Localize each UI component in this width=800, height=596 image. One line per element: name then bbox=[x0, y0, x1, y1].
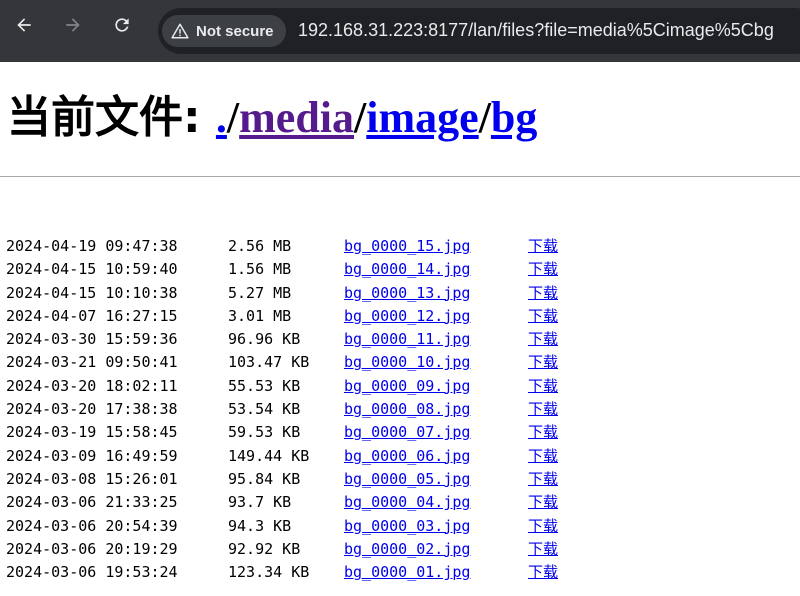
file-link[interactable]: bg_0000_02.jpg bbox=[344, 538, 470, 561]
breadcrumb-bg[interactable]: bg bbox=[491, 93, 537, 142]
file-link[interactable]: bg_0000_15.jpg bbox=[344, 235, 470, 258]
file-size: 3.01 MB bbox=[228, 306, 292, 325]
download-link[interactable]: 下载 bbox=[528, 561, 558, 584]
download-link[interactable]: 下载 bbox=[528, 305, 558, 328]
file-date: 2024-04-15 10:10:38 bbox=[6, 283, 178, 302]
warning-triangle-icon bbox=[171, 23, 189, 39]
download-link[interactable]: 下载 bbox=[528, 282, 558, 305]
file-size: 1.56 MB bbox=[228, 260, 292, 279]
file-date: 2024-03-08 15:26:01 bbox=[6, 469, 178, 488]
file-date: 2024-04-07 16:27:15 bbox=[6, 306, 178, 325]
file-date: 2024-03-20 18:02:11 bbox=[6, 376, 178, 395]
file-date: 2024-03-21 09:50:41 bbox=[6, 353, 178, 372]
file-date: 2024-03-30 15:59:36 bbox=[6, 330, 178, 349]
file-link[interactable]: bg_0000_11.jpg bbox=[344, 328, 470, 351]
file-link[interactable]: bg_0000_12.jpg bbox=[344, 305, 470, 328]
file-size: 94.3 KB bbox=[228, 516, 292, 535]
divider bbox=[0, 176, 800, 177]
file-size: 93.7 KB bbox=[228, 493, 292, 512]
file-link[interactable]: bg_0000_01.jpg bbox=[344, 561, 470, 584]
download-link[interactable]: 下载 bbox=[528, 468, 558, 491]
file-size: 96.96 KB bbox=[228, 330, 301, 349]
file-size: 123.34 KB bbox=[228, 563, 310, 582]
breadcrumb-image[interactable]: image bbox=[366, 93, 478, 142]
download-link[interactable]: 下载 bbox=[528, 398, 558, 421]
arrow-right-icon bbox=[66, 18, 80, 32]
file-link[interactable]: bg_0000_14.jpg bbox=[344, 258, 470, 281]
security-label: Not secure bbox=[196, 22, 274, 40]
file-date: 2024-03-06 19:53:24 bbox=[6, 563, 178, 582]
file-link[interactable]: bg_0000_09.jpg bbox=[344, 375, 470, 398]
file-date: 2024-03-06 20:19:29 bbox=[6, 539, 178, 558]
url-text[interactable]: 192.168.31.223:8177/lan/files?file=media… bbox=[298, 20, 774, 41]
file-link[interactable]: bg_0000_06.jpg bbox=[344, 445, 470, 468]
breadcrumb-separator: / bbox=[226, 93, 240, 142]
back-button[interactable] bbox=[12, 13, 36, 37]
reload-icon bbox=[115, 18, 129, 32]
page-title: 当前文件: ./media/image/bg bbox=[7, 96, 537, 140]
download-link[interactable]: 下载 bbox=[528, 515, 558, 538]
file-size: 149.44 KB bbox=[228, 446, 310, 465]
download-link[interactable]: 下载 bbox=[528, 375, 558, 398]
reload-button[interactable] bbox=[110, 13, 134, 37]
file-link[interactable]: bg_0000_05.jpg bbox=[344, 468, 470, 491]
file-link[interactable]: bg_0000_03.jpg bbox=[344, 515, 470, 538]
address-bar[interactable]: Not secure 192.168.31.223:8177/lan/files… bbox=[158, 8, 800, 54]
breadcrumb-separator: / bbox=[354, 93, 367, 142]
file-size: 59.53 KB bbox=[228, 423, 301, 442]
forward-button[interactable] bbox=[61, 13, 85, 37]
file-size: 92.92 KB bbox=[228, 539, 301, 558]
file-size: 103.47 KB bbox=[228, 353, 310, 372]
download-link[interactable]: 下载 bbox=[528, 445, 558, 468]
download-link[interactable]: 下载 bbox=[528, 491, 558, 514]
download-link[interactable]: 下载 bbox=[528, 258, 558, 281]
breadcrumb-root[interactable]: . bbox=[216, 93, 227, 142]
file-date: 2024-03-06 20:54:39 bbox=[6, 516, 178, 535]
breadcrumb-separator: / bbox=[478, 93, 491, 142]
breadcrumb-media[interactable]: media bbox=[239, 93, 354, 142]
file-date: 2024-03-20 17:38:38 bbox=[6, 400, 178, 419]
file-date: 2024-04-15 10:59:40 bbox=[6, 260, 178, 279]
security-indicator[interactable]: Not secure bbox=[162, 15, 286, 47]
download-link[interactable]: 下载 bbox=[528, 235, 558, 258]
download-link[interactable]: 下载 bbox=[528, 328, 558, 351]
file-link[interactable]: bg_0000_07.jpg bbox=[344, 421, 470, 444]
file-size: 53.54 KB bbox=[228, 400, 301, 419]
browser-toolbar: Not secure 192.168.31.223:8177/lan/files… bbox=[0, 0, 800, 62]
file-size: 2.56 MB bbox=[228, 237, 292, 255]
file-size: 5.27 MB bbox=[228, 283, 292, 302]
download-link[interactable]: 下载 bbox=[528, 538, 558, 561]
download-link[interactable]: 下载 bbox=[528, 351, 558, 374]
arrow-left-icon bbox=[17, 18, 31, 32]
file-size: 95.84 KB bbox=[228, 469, 301, 488]
file-date: 2024-03-06 21:33:25 bbox=[6, 493, 178, 512]
download-link[interactable]: 下载 bbox=[528, 421, 558, 444]
file-link[interactable]: bg_0000_08.jpg bbox=[344, 398, 470, 421]
file-link[interactable]: bg_0000_10.jpg bbox=[344, 351, 470, 374]
file-link[interactable]: bg_0000_13.jpg bbox=[344, 282, 470, 305]
file-date: 2024-04-19 09:47:38 bbox=[6, 237, 178, 255]
file-size: 55.53 KB bbox=[228, 376, 301, 395]
title-prefix: 当前文件: bbox=[7, 92, 216, 143]
file-date: 2024-03-19 15:58:45 bbox=[6, 423, 178, 442]
file-link[interactable]: bg_0000_04.jpg bbox=[344, 491, 470, 514]
file-date: 2024-03-09 16:49:59 bbox=[6, 446, 178, 465]
